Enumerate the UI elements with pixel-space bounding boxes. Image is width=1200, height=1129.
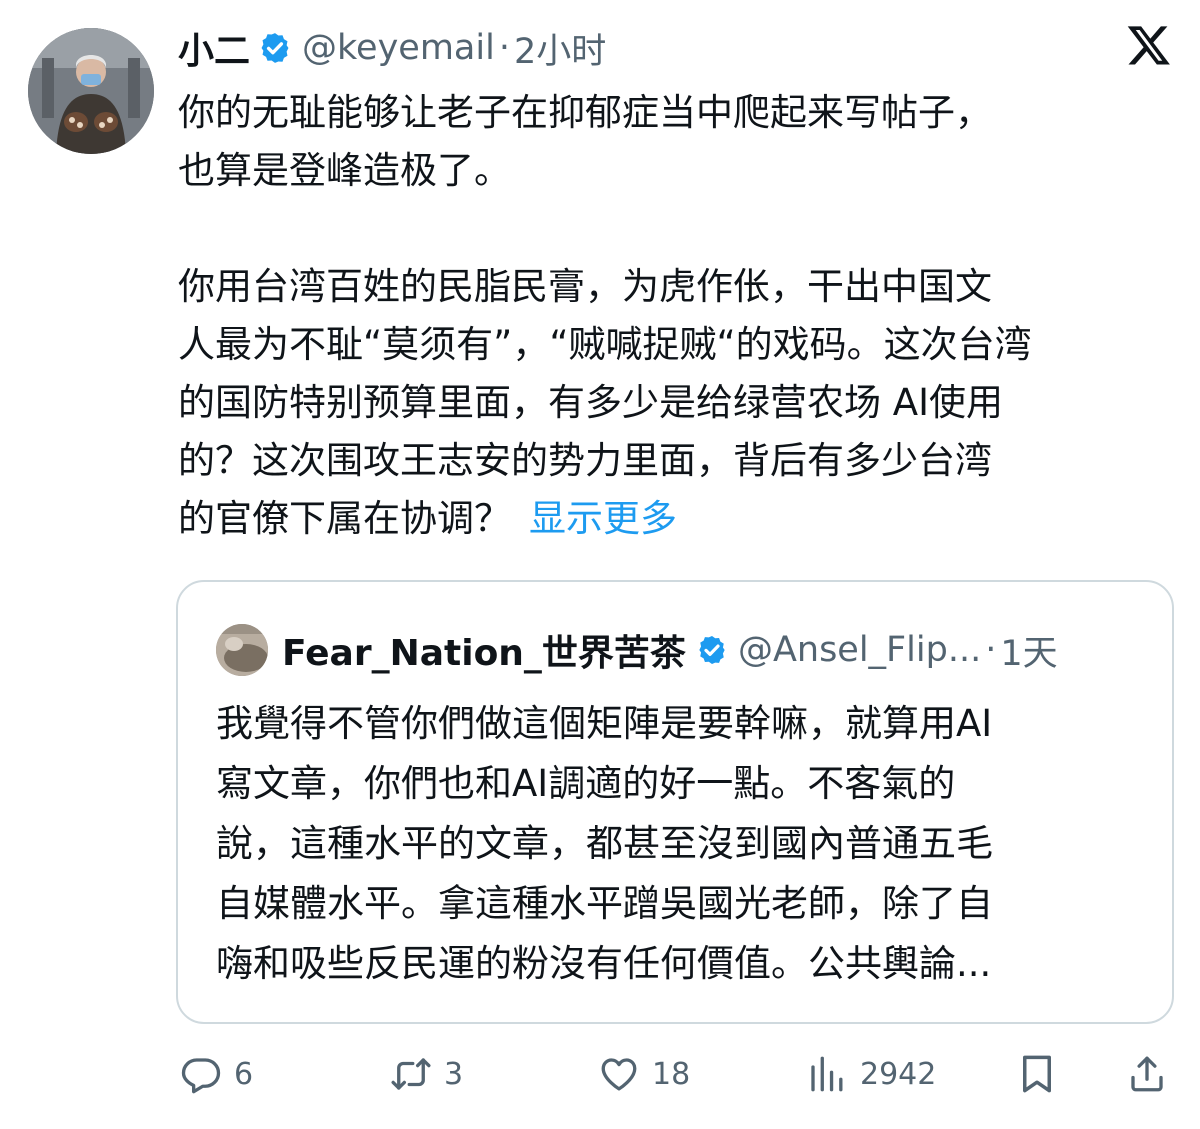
tweet-header: 小二 @keyemail · 2小时 [178,22,606,74]
quoted-author-avatar[interactable] [216,624,268,676]
quoted-tweet-card[interactable]: Fear_Nation_世界苦茶 @Ansel_Flip... · 1天 我覺得… [176,580,1174,1024]
verified-badge-icon [261,33,289,63]
views-button[interactable]: 2942 [806,1052,936,1096]
tweet-body: 你的无耻能够让老子在抑郁症当中爬起来写帖子， 也算是登峰造极了。 你用台湾百姓的… [178,84,1178,548]
x-logo-icon [1127,26,1170,65]
quoted-tweet-line: 我覺得不管你們做這個矩陣是要幹嘛，就算用AI [216,702,993,745]
quoted-tweet-line: 寫文章，你們也和AI調適的好一點。不客氣的 [216,762,956,805]
bookmark-button[interactable] [1016,1052,1058,1096]
tweet-screen: 小二 @keyemail · 2小时 你的无耻能够让老子在抑郁症当中爬起来写帖子… [0,0,1200,1129]
repost-count: 3 [444,1056,464,1092]
show-more-link[interactable]: 显示更多 [529,497,677,540]
tweet-line: 你用台湾百姓的民脂民膏，为虎作伥，干出中国文 [178,265,992,308]
reply-count: 6 [234,1056,254,1092]
author-display-name[interactable]: 小二 [178,22,250,74]
tweet-line-text: 的官僚下属在协调？ [178,497,511,540]
verified-badge-icon [699,636,725,664]
quoted-avatar-image [216,624,268,676]
avatar-image [28,28,154,154]
tweet-line: 你的无耻能够让老子在抑郁症当中爬起来写帖子， [178,91,992,134]
share-button[interactable] [1126,1052,1168,1096]
separator-dot: · [498,28,510,68]
views-count: 2942 [860,1056,937,1092]
tweet-line: 的？这次围攻王志安的势力里面，背后有多少台湾 [178,439,992,482]
quoted-tweet-timestamp[interactable]: 1天 [1000,625,1057,676]
quoted-tweet-header: Fear_Nation_世界苦茶 @Ansel_Flip... · 1天 [282,620,1058,680]
quoted-tweet-line: 嗨和吸些反民運的粉沒有任何價值。公共輿論... [216,942,992,985]
author-handle[interactable]: @keyemail [302,28,495,68]
author-avatar[interactable] [28,28,154,154]
quoted-tweet-body: 我覺得不管你們做這個矩陣是要幹嘛，就算用AI 寫文章，你們也和AI調適的好一點。… [216,694,1156,994]
tweet-line: 人最为不耻“莫须有”，“贼喊捉贼“的戏码。这次台湾 [178,323,1032,366]
quoted-author-handle[interactable]: @Ansel_Flip... [738,630,981,670]
share-icon [1131,1056,1163,1092]
reply-button[interactable]: 6 [180,1052,253,1096]
tweet-line: 也算是登峰造极了。 [178,149,511,192]
quoted-tweet-line: 說，這種水平的文章，都甚至沒到國內普通五毛 [216,822,993,865]
repost-icon [391,1058,431,1090]
quoted-tweet-line: 自媒體水平。拿這種水平蹭吳國光老師，除了自 [216,882,993,925]
tweet-timestamp[interactable]: 2小时 [514,23,606,74]
tweet-action-bar: 6 3 18 2942 [0,1044,1200,1104]
like-count: 18 [652,1056,691,1092]
tweet-line: 的国防特别预算里面，有多少是给绿营农场 AI使用 [178,381,1003,424]
heart-icon [601,1058,637,1091]
like-button[interactable]: 18 [598,1052,690,1096]
quoted-author-display-name[interactable]: Fear_Nation_世界苦茶 [282,624,686,676]
separator-dot: · [985,630,997,670]
bookmark-icon [1023,1055,1051,1093]
repost-button[interactable]: 3 [390,1052,463,1096]
views-icon [811,1056,843,1092]
reply-icon [181,1058,221,1094]
tweet-line-last: 的官僚下属在协调？ 显示更多 [178,490,1178,548]
